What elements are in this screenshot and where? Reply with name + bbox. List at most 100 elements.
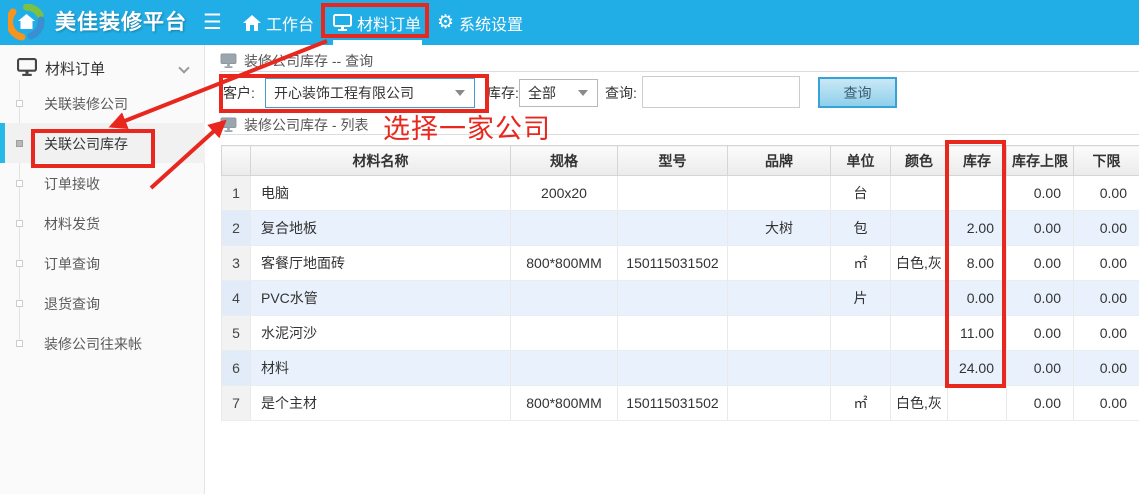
tree-bullet-icon — [16, 100, 23, 107]
nav-item-label: 系统设置 — [459, 11, 523, 35]
col-header: 规格 — [511, 146, 618, 176]
sidebar-item-linked-company-stock[interactable]: 关联公司库存 — [0, 123, 205, 163]
stock-table-header: 材料名称规格型号品牌单位颜色库存库存上限下限 — [222, 146, 1139, 176]
cell-brand — [728, 351, 831, 386]
cell-model — [618, 211, 728, 246]
cell-brand — [728, 246, 831, 281]
cell-upper: 0.00 — [1007, 316, 1074, 351]
cell-name: 是个主材 — [251, 386, 511, 421]
sidebar-item-label: 退货查询 — [44, 294, 100, 314]
col-header: 单位 — [831, 146, 891, 176]
cell-brand — [728, 386, 831, 421]
customer-select[interactable]: 开心装饰工程有限公司 — [265, 78, 475, 108]
sidebar-item-label: 关联公司库存 — [44, 134, 128, 154]
cell-no: 7 — [222, 386, 251, 421]
cell-color — [891, 211, 948, 246]
table-row[interactable]: 3客餐厅地面砖800*800MM150115031502㎡白色,灰8.000.0… — [222, 246, 1139, 281]
col-header: 材料名称 — [251, 146, 511, 176]
cell-unit: 台 — [831, 176, 891, 211]
cell-spec — [511, 281, 618, 316]
cell-name: 水泥河沙 — [251, 316, 511, 351]
cell-stock: 2.00 — [948, 211, 1007, 246]
tree-bullet-icon — [16, 300, 23, 307]
sidebar-root-material-orders[interactable]: 材料订单 — [0, 53, 205, 83]
col-header: 品牌 — [728, 146, 831, 176]
gear-icon: ⚙ — [437, 13, 454, 32]
table-row[interactable]: 4PVC水管片0.000.000.00 — [222, 281, 1139, 316]
stock-filter-select[interactable]: 全部 — [519, 79, 598, 107]
cell-upper: 0.00 — [1007, 351, 1074, 386]
main-content: 装修公司库存 -- 查询 客户: 开心装饰工程有限公司 库存: 全部 查询: 查… — [206, 45, 1139, 494]
nav-item-system-settings[interactable]: ⚙ 系统设置 — [437, 0, 523, 45]
table-row[interactable]: 1电脑200x20台0.000.00 — [222, 176, 1139, 211]
cell-no: 6 — [222, 351, 251, 386]
cell-upper: 0.00 — [1007, 386, 1074, 421]
cell-color — [891, 281, 948, 316]
cell-upper: 0.00 — [1007, 246, 1074, 281]
col-header: 库存上限 — [1007, 146, 1074, 176]
tree-bullet-icon — [16, 180, 23, 187]
cell-lower: 0.00 — [1074, 211, 1139, 246]
customer-label: 客户: — [223, 83, 255, 103]
cell-lower: 0.00 — [1074, 246, 1139, 281]
section-divider — [220, 71, 1139, 72]
cell-stock — [948, 176, 1007, 211]
stock-filter-label: 库存: — [487, 83, 519, 103]
cell-spec — [511, 211, 618, 246]
cell-color — [891, 351, 948, 386]
tree-bullet-icon — [16, 220, 23, 227]
cell-spec: 800*800MM — [511, 246, 618, 281]
cell-name: 电脑 — [251, 176, 511, 211]
cell-brand: 大树 — [728, 211, 831, 246]
col-header: 下限 — [1074, 146, 1139, 176]
cell-brand — [728, 316, 831, 351]
table-row[interactable]: 5水泥河沙11.000.000.00 — [222, 316, 1139, 351]
query-button[interactable]: 查询 — [818, 77, 897, 108]
sidebar-root-label: 材料订单 — [45, 58, 105, 79]
sidebar-item-material-shipment[interactable]: 材料发货 — [0, 203, 205, 243]
cell-model — [618, 316, 728, 351]
brand-title: 美佳装修平台 — [55, 0, 187, 45]
top-navbar: 美佳装修平台 ☰ 工作台 材料订单 ⚙ 系统设置 — [0, 0, 1139, 45]
nav-item-material-orders[interactable]: 材料订单 — [333, 0, 421, 45]
col-header: 型号 — [618, 146, 728, 176]
sidebar-item-linked-companies[interactable]: 关联装修公司 — [0, 83, 205, 123]
customer-select-value: 开心装饰工程有限公司 — [266, 83, 455, 103]
home-icon — [243, 15, 261, 31]
table-row[interactable]: 7是个主材800*800MM150115031502㎡白色,灰0.000.00 — [222, 386, 1139, 421]
col-header-index — [222, 146, 251, 176]
tree-bullet-icon — [16, 260, 23, 267]
cell-brand — [728, 281, 831, 316]
cell-lower: 0.00 — [1074, 351, 1139, 386]
cell-upper: 0.00 — [1007, 176, 1074, 211]
cell-lower: 0.00 — [1074, 316, 1139, 351]
search-label: 查询: — [605, 83, 637, 103]
cell-stock: 0.00 — [948, 281, 1007, 316]
cell-brand — [728, 176, 831, 211]
sidebar-item-order-query[interactable]: 订单查询 — [0, 243, 205, 283]
sidebar-item-order-receive[interactable]: 订单接收 — [0, 163, 205, 203]
monitor-icon — [220, 117, 237, 132]
cell-no: 4 — [222, 281, 251, 316]
sidebar-item-company-accounts[interactable]: 装修公司往来帐 — [0, 323, 205, 363]
table-row[interactable]: 6材料24.000.000.00 — [222, 351, 1139, 386]
stock-filter-value: 全部 — [520, 83, 578, 103]
cell-lower: 0.00 — [1074, 386, 1139, 421]
cell-color — [891, 316, 948, 351]
cell-name: 客餐厅地面砖 — [251, 246, 511, 281]
hamburger-menu-icon[interactable]: ☰ — [203, 0, 222, 45]
cell-unit — [831, 316, 891, 351]
section-divider — [220, 134, 1139, 135]
chevron-down-icon — [455, 90, 465, 96]
sidebar-item-return-query[interactable]: 退货查询 — [0, 283, 205, 323]
chevron-down-icon — [578, 90, 588, 96]
sidebar: 材料订单 关联装修公司 关联公司库存 订单接收 材料发货 订单查询 退货查询 — [0, 45, 205, 494]
nav-item-workbench[interactable]: 工作台 — [243, 0, 314, 45]
cell-color: 白色,灰 — [891, 246, 948, 281]
cell-name: PVC水管 — [251, 281, 511, 316]
table-row[interactable]: 2复合地板大树包2.000.000.00 — [222, 211, 1139, 246]
search-input[interactable] — [642, 76, 800, 108]
app-logo-icon — [8, 4, 45, 41]
col-header: 库存 — [948, 146, 1007, 176]
cell-color: 白色,灰 — [891, 386, 948, 421]
